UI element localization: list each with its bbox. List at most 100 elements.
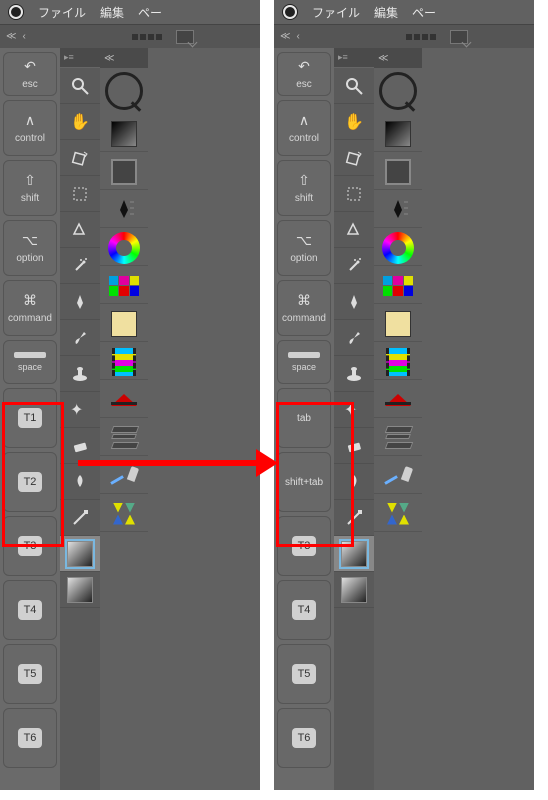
intermediate-swatch-icon[interactable]	[374, 306, 422, 342]
hand-tool[interactable]: ✋	[60, 104, 100, 140]
chevron-left-icon[interactable]: ≪	[6, 31, 16, 42]
liquify-tool[interactable]	[60, 464, 100, 500]
new-doc-icon[interactable]	[450, 30, 468, 44]
color-gradient-swatch[interactable]	[374, 116, 422, 152]
gradient-tool[interactable]	[334, 536, 374, 572]
fill-tool[interactable]	[334, 572, 374, 608]
tab-button[interactable]: tab	[277, 388, 331, 448]
filmstrip-icon[interactable]	[100, 344, 148, 380]
command-key[interactable]: ⌘ command	[3, 280, 57, 336]
shift-key[interactable]: ⇧ shift	[277, 160, 331, 216]
magnify-tool[interactable]	[60, 68, 100, 104]
shift-tab-button[interactable]: shift+tab	[277, 452, 331, 512]
command-key[interactable]: ⌘ command	[277, 280, 331, 336]
magic-wand-tool[interactable]	[334, 248, 374, 284]
pen-size-icon[interactable]	[374, 192, 422, 228]
quick-access-icon[interactable]	[379, 72, 417, 110]
stamp-tool[interactable]	[60, 356, 100, 392]
sparkle-tool[interactable]: ✦	[334, 392, 374, 428]
line-tool[interactable]	[60, 500, 100, 536]
t3-button[interactable]: T3	[3, 516, 57, 576]
space-key[interactable]: space	[3, 340, 57, 384]
brush-angle-icon[interactable]	[374, 458, 422, 494]
color-swatch-grid-icon[interactable]	[100, 268, 148, 304]
intermediate-swatch-icon[interactable]	[100, 306, 148, 342]
control-key[interactable]: ∧ control	[3, 100, 57, 156]
menu-page[interactable]: ペー	[138, 4, 162, 21]
option-key[interactable]: ⌥ option	[3, 220, 57, 276]
esc-key[interactable]: ↶ esc	[3, 52, 57, 96]
eraser-tool[interactable]	[60, 428, 100, 464]
space-key[interactable]: space	[277, 340, 331, 384]
t3-button[interactable]: T3	[277, 516, 331, 576]
brush-tool[interactable]	[334, 320, 374, 356]
rotate-view-tool[interactable]	[60, 140, 100, 176]
layers-icon[interactable]	[100, 420, 148, 456]
select-tool[interactable]	[334, 176, 374, 212]
warning-triangle-icon[interactable]	[374, 382, 422, 418]
lasso-tool[interactable]	[60, 212, 100, 248]
frame-box-icon[interactable]	[374, 154, 422, 190]
magnify-tool[interactable]	[334, 68, 374, 104]
new-doc-icon[interactable]	[176, 30, 194, 44]
gradient-tool[interactable]	[60, 536, 100, 572]
brush-angle-icon[interactable]	[100, 458, 148, 494]
layers-icon[interactable]	[374, 420, 422, 456]
magic-wand-tool[interactable]	[60, 248, 100, 284]
pen-tool[interactable]	[60, 284, 100, 320]
t5-button[interactable]: T5	[3, 644, 57, 704]
view-grid-icon[interactable]	[132, 34, 162, 40]
liquify-tool[interactable]	[334, 464, 374, 500]
app-logo-icon[interactable]	[282, 4, 298, 20]
frame-box-icon[interactable]	[100, 154, 148, 190]
canvas-area[interactable]	[148, 48, 260, 790]
color-swatch-grid-icon[interactable]	[374, 268, 422, 304]
pinwheel-icon[interactable]	[374, 496, 422, 532]
menu-file[interactable]: ファイル	[38, 4, 86, 21]
eraser-tool[interactable]	[334, 428, 374, 464]
chevron-left-icon[interactable]: ≪	[280, 31, 290, 42]
menu-edit[interactable]: 編集	[100, 4, 124, 21]
menu-edit[interactable]: 編集	[374, 4, 398, 21]
lasso-tool[interactable]	[334, 212, 374, 248]
t6-button[interactable]: T6	[3, 708, 57, 768]
t4-button[interactable]: T4	[277, 580, 331, 640]
t1-button[interactable]: T1	[3, 388, 57, 448]
sparkle-tool[interactable]: ✦	[60, 392, 100, 428]
pinwheel-icon[interactable]	[100, 496, 148, 532]
esc-key[interactable]: ↶ esc	[277, 52, 331, 96]
control-key[interactable]: ∧ control	[277, 100, 331, 156]
fill-tool[interactable]	[60, 572, 100, 608]
pen-size-icon[interactable]	[100, 192, 148, 228]
t6-button[interactable]: T6	[277, 708, 331, 768]
pen-tool[interactable]	[334, 284, 374, 320]
shift-key[interactable]: ⇧ shift	[3, 160, 57, 216]
color-wheel-icon[interactable]	[374, 230, 422, 266]
app-logo-icon[interactable]	[8, 4, 24, 20]
menu-page[interactable]: ペー	[412, 4, 436, 21]
chevron-left-small-icon[interactable]: ‹	[296, 31, 299, 42]
brush-tool[interactable]	[60, 320, 100, 356]
color-gradient-swatch[interactable]	[100, 116, 148, 152]
warning-triangle-icon[interactable]	[100, 382, 148, 418]
color-wheel-icon[interactable]	[100, 230, 148, 266]
view-grid-icon[interactable]	[406, 34, 436, 40]
chevron-left-icon[interactable]: ≪	[378, 53, 388, 64]
t5-button[interactable]: T5	[277, 644, 331, 704]
collapse-icon[interactable]: ▸≡	[338, 52, 348, 63]
canvas-area[interactable]	[422, 48, 534, 790]
stamp-tool[interactable]	[334, 356, 374, 392]
line-tool[interactable]	[334, 500, 374, 536]
hand-tool[interactable]: ✋	[334, 104, 374, 140]
filmstrip-icon[interactable]	[374, 344, 422, 380]
t2-button[interactable]: T2	[3, 452, 57, 512]
chevron-left-icon[interactable]: ≪	[104, 53, 114, 64]
quick-access-icon[interactable]	[105, 72, 143, 110]
t4-button[interactable]: T4	[3, 580, 57, 640]
menu-file[interactable]: ファイル	[312, 4, 360, 21]
chevron-left-small-icon[interactable]: ‹	[22, 31, 25, 42]
rotate-view-tool[interactable]	[334, 140, 374, 176]
collapse-icon[interactable]: ▸≡	[64, 52, 74, 63]
option-key[interactable]: ⌥ option	[277, 220, 331, 276]
select-tool[interactable]	[60, 176, 100, 212]
